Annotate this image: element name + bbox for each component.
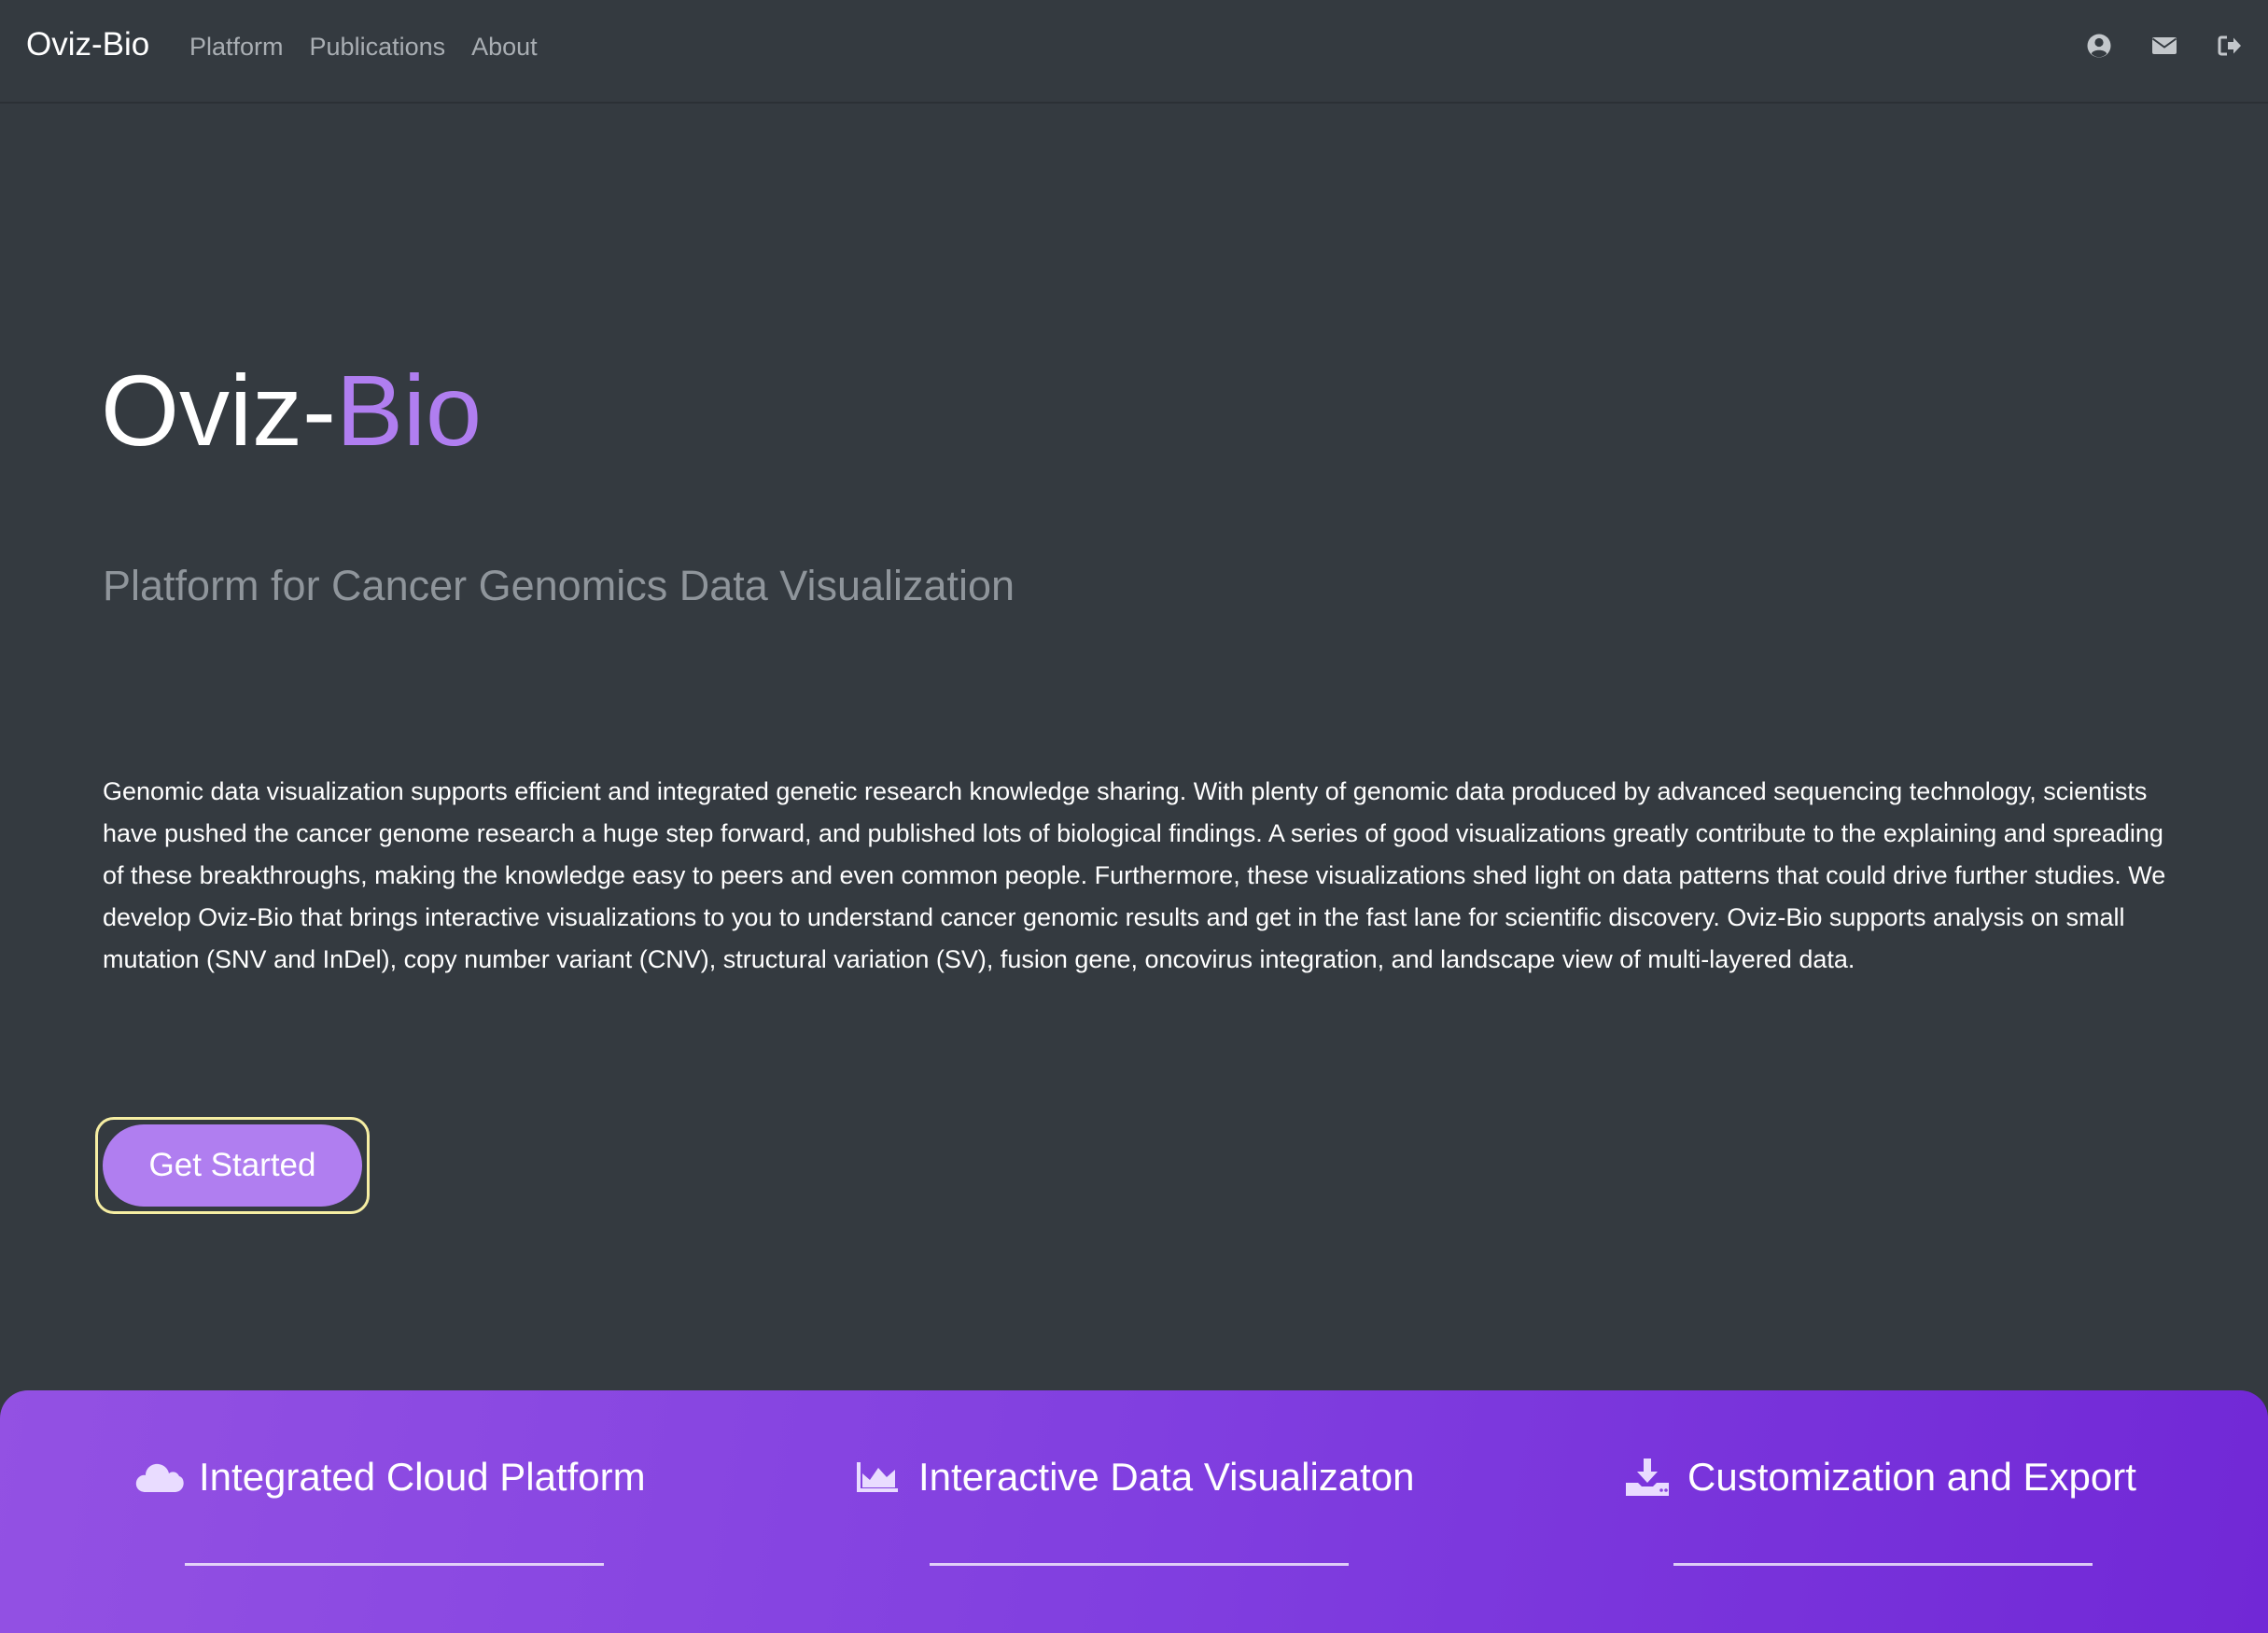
top-navbar: Oviz-Bio Platform Publications About [0,0,2268,104]
feature-underline [1673,1563,2093,1566]
get-started-button[interactable]: Get Started [103,1124,362,1207]
nav-link-about[interactable]: About [471,28,538,65]
envelope-icon[interactable] [2150,32,2178,60]
sign-out-icon[interactable] [2216,32,2244,60]
nav-link-publications[interactable]: Publications [310,28,446,65]
nav-link-platform[interactable]: Platform [189,28,284,65]
area-chart-icon [853,1457,903,1498]
user-circle-icon[interactable] [2085,32,2113,60]
hero-title-accent: Bio [335,354,483,467]
brand-logo-link[interactable]: Oviz-Bio [26,24,149,65]
hero-title-main: Oviz- [101,354,336,467]
hero-subtitle: Platform for Cancer Genomics Data Visual… [103,562,1015,609]
cloud-icon [133,1457,184,1498]
cta-focus-ring: Get Started [95,1117,370,1214]
features-band: Integrated Cloud Platform Interactive Da… [0,1390,2268,1633]
download-icon [1622,1457,1673,1498]
feature-interactive-data-visualization[interactable]: Interactive Data Visualizaton [853,1454,1415,1500]
feature-underline [930,1563,1349,1566]
hero-description: Genomic data visualization supports effi… [103,777,2166,973]
feature-label: Interactive Data Visualizaton [918,1455,1415,1499]
hero-title: Oviz-Bio [101,350,482,471]
feature-label: Integrated Cloud Platform [199,1455,646,1499]
nav-links: Platform Publications About [189,28,564,65]
feature-label: Customization and Export [1687,1455,2136,1499]
nav-icon-group [2085,32,2244,60]
feature-underline [185,1563,604,1566]
feature-customization-and-export[interactable]: Customization and Export [1622,1454,2136,1500]
feature-integrated-cloud-platform[interactable]: Integrated Cloud Platform [133,1454,646,1500]
